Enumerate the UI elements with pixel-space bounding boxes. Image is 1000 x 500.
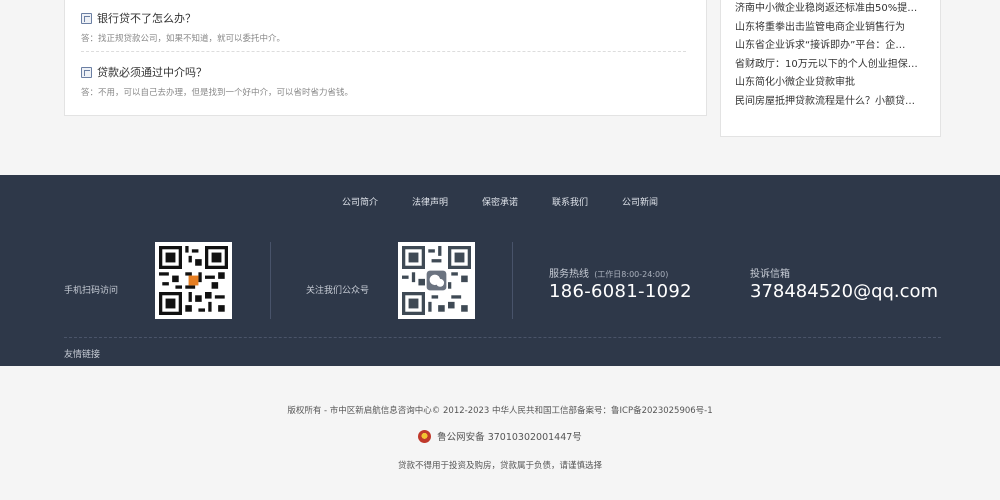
qa-question-text[interactable]: 银行贷不了怎么办？ — [97, 10, 196, 26]
qr-code-mobile-graphic — [159, 246, 228, 315]
qa-question[interactable]: 贷款必须通过中介吗？ — [81, 64, 686, 80]
hotline-title: 服务热线 (工作日8:00-24:00) — [549, 265, 668, 280]
footer-nav-legal[interactable]: 法律声明 — [412, 195, 448, 208]
loan-warning: 贷款不得用于投资及购房，贷款属于负债，请谨慎选择 — [397, 461, 602, 471]
footer-nav: 公司简介 法律声明 保密承诺 联系我们 公司新闻 — [0, 195, 1000, 208]
news-item[interactable]: 山东省企业诉求“接诉即办”平台：企… — [735, 37, 935, 56]
qa-question-text[interactable]: 贷款必须通过中介吗？ — [97, 64, 207, 80]
qa-answer: 答：找正规贷款公司，如果不知道，就可以委托中介。 — [81, 34, 286, 44]
qr-code-wechat — [398, 242, 475, 319]
news-item[interactable]: 省财政厅：10万元以下的个人创业担保… — [735, 56, 935, 75]
hotline-title-text: 服务热线 — [549, 269, 589, 280]
qa-answer: 答：不用，可以自己去办理，但是找到一个好中介，可以省时省力省钱。 — [81, 88, 354, 98]
news-panel: 济南中小微企业稳岗返还标准由50%提… 山东将重拳出击监管电商企业销售行为 山东… — [720, 0, 941, 137]
friend-links-label: 友情链接 — [64, 350, 101, 360]
copyright-text[interactable]: 版权所有 - 市中区新启航信息咨询中心© 2012-2023 中华人民共和国工信… — [0, 404, 1000, 416]
qr-code-mobile — [155, 242, 232, 319]
qa-item: 贷款必须通过中介吗？ 答：不用，可以自己去办理，但是找到一个好中介，可以省时省力… — [81, 64, 686, 98]
complaint-mail-address[interactable]: 378484520@qq.com — [750, 281, 938, 302]
copyright-area: 版权所有 - 市中区新启航信息咨询中心© 2012-2023 中华人民共和国工信… — [0, 366, 1000, 500]
site-footer: 公司简介 法律声明 保密承诺 联系我们 公司新闻 手机扫码访问 关注我们公众号 — [0, 175, 1000, 366]
qa-item: 银行贷不了怎么办？ 答：找正规贷款公司，如果不知道，就可以委托中介。 — [81, 10, 686, 44]
news-item[interactable]: 山东将重拳出击监管电商企业销售行为 — [735, 19, 935, 38]
news-item[interactable]: 济南中小微企业稳岗返还标准由50%提… — [735, 0, 935, 19]
qa-question[interactable]: 银行贷不了怎么办？ — [81, 10, 686, 26]
news-item[interactable]: 民间房屋抵押贷款流程是什么？小额贷… — [735, 93, 935, 112]
wechat-follow-label: 关注我们公众号 — [306, 286, 370, 296]
hotline-hours: (工作日8:00-24:00) — [594, 270, 669, 279]
police-badge-icon — [418, 429, 432, 443]
police-record-text[interactable]: 鲁公网安备 37010302001447号 — [437, 429, 582, 443]
qa-divider — [81, 51, 686, 52]
qa-panel: 银行贷不了怎么办？ 答：找正规贷款公司，如果不知道，就可以委托中介。 贷款必须通… — [64, 0, 707, 116]
mobile-scan-label: 手机扫码访问 — [64, 286, 119, 296]
footer-hr — [64, 337, 941, 338]
footer-divider — [512, 242, 513, 319]
footer-nav-about[interactable]: 公司简介 — [342, 195, 378, 208]
complaint-mail-title: 投诉信箱 — [750, 269, 790, 280]
footer-divider — [270, 242, 271, 319]
news-item[interactable]: 山东简化小微企业贷款审批 — [735, 74, 935, 93]
police-record[interactable]: 鲁公网安备 37010302001447号 — [0, 429, 1000, 443]
question-icon — [81, 66, 92, 78]
qr-code-wechat-graphic — [402, 246, 471, 315]
footer-nav-news[interactable]: 公司新闻 — [622, 195, 658, 208]
footer-nav-contact[interactable]: 联系我们 — [552, 195, 588, 208]
content-area: 银行贷不了怎么办？ 答：找正规贷款公司，如果不知道，就可以委托中介。 贷款必须通… — [0, 0, 1000, 175]
news-list: 济南中小微企业稳岗返还标准由50%提… 山东将重拳出击监管电商企业销售行为 山东… — [735, 0, 935, 112]
hotline-number[interactable]: 186-6081-1092 — [549, 281, 692, 302]
footer-nav-privacy[interactable]: 保密承诺 — [482, 195, 518, 208]
question-icon — [81, 12, 92, 24]
